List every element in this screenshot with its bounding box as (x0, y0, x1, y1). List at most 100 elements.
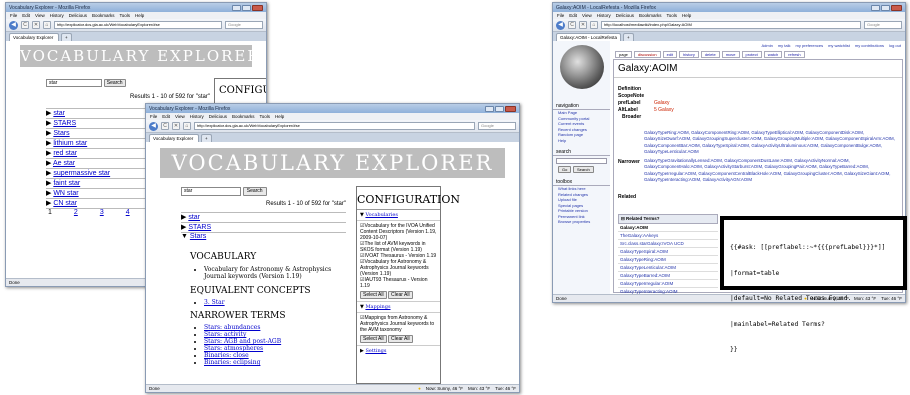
list-item[interactable]: ▶ STARS (181, 222, 346, 232)
menu-tools[interactable]: Tools (667, 13, 678, 18)
item-link[interactable]: lithium star (53, 140, 87, 147)
mappings-link[interactable]: Mappings (365, 304, 390, 310)
clear-all-button[interactable]: Clear All (387, 335, 413, 343)
new-tab-button[interactable]: + (201, 134, 212, 142)
mapping-check-item[interactable]: ☑Mappings from Astronomy & Astrophysics … (360, 315, 437, 333)
toolbox-link[interactable]: Related changes (558, 192, 588, 197)
menu-edit[interactable]: Edit (22, 13, 30, 18)
menu-file[interactable]: File (557, 13, 564, 18)
back-icon[interactable]: ◀ (9, 20, 18, 30)
moon-logo-icon[interactable] (559, 45, 604, 89)
menu-edit[interactable]: Edit (569, 13, 577, 18)
narrower-link[interactable]: Stars: AGB and post-AGB (204, 338, 281, 345)
wiki-search-input[interactable] (556, 158, 607, 164)
tab-galaxy-aoim[interactable]: Galaxy:AOIM - LocalRefesta (556, 33, 622, 41)
table-row[interactable]: TheGalaxy:AAkeys (620, 233, 658, 238)
close-button[interactable] (252, 4, 263, 11)
item-link[interactable]: CN star (53, 200, 77, 207)
tab-page[interactable]: page (615, 51, 632, 58)
menu-history[interactable]: History (190, 114, 204, 119)
item-link[interactable]: STARS (188, 224, 211, 231)
table-row[interactable]: GalaxyTypeSpiral:AOIM (620, 249, 668, 254)
clear-all-button[interactable]: Clear All (387, 291, 413, 299)
item-link[interactable]: star (188, 214, 200, 221)
menu-delicious[interactable]: Delicious (69, 13, 87, 18)
tab-history[interactable]: history (679, 51, 699, 58)
broader-values[interactable]: GalaxyTypeRing:AOIM, GalaxyComponentRing… (644, 130, 900, 155)
item-link[interactable]: faint star (53, 180, 80, 187)
vocab-check-item[interactable]: ☑The list of AVM keywords in SKOS format… (360, 241, 437, 253)
menu-help[interactable]: Help (135, 13, 144, 18)
nav-link[interactable]: Help (558, 138, 566, 143)
tab-watch[interactable]: watch (763, 51, 783, 58)
equivalent-link[interactable]: 3. Star (204, 299, 225, 306)
search-input[interactable]: star (46, 79, 102, 87)
menu-view[interactable]: View (35, 13, 45, 18)
menu-file[interactable]: File (10, 13, 17, 18)
go-button[interactable]: Go (558, 166, 572, 173)
search-box[interactable]: Google (225, 21, 263, 29)
select-all-button[interactable]: Select All (360, 335, 387, 343)
new-tab-button[interactable]: + (623, 33, 634, 41)
wiki-search-button[interactable]: Search (573, 166, 594, 173)
altlabel-value[interactable]: 5 Galaxy (654, 107, 674, 113)
narrower-link[interactable]: Binaries: close (204, 352, 249, 359)
minimize-button[interactable] (871, 4, 880, 11)
nav-link[interactable]: Recent changes (558, 127, 587, 132)
item-link[interactable]: supermassive star (53, 170, 110, 177)
nav-link[interactable]: Random page (558, 132, 583, 137)
narrower-values[interactable]: GalaxyTypeGravitationallyLensed:AOIM, Ga… (644, 158, 900, 183)
item-link[interactable]: STARS (53, 120, 76, 127)
maximize-button[interactable] (242, 4, 251, 11)
search-box[interactable]: Google (864, 21, 902, 29)
page-link[interactable]: 4 (126, 209, 130, 216)
narrower-link[interactable]: Binaries: eclipsing (204, 359, 260, 366)
vocab-check-item[interactable]: ☑IAUT93 Thesaurus - Version 1.19 (360, 277, 437, 289)
home-icon[interactable]: ⌂ (590, 21, 598, 29)
tab-delete[interactable]: delete (700, 51, 720, 58)
menu-file[interactable]: File (150, 114, 157, 119)
close-button[interactable] (891, 4, 902, 11)
menu-delicious[interactable]: Delicious (209, 114, 227, 119)
nav-link[interactable]: Main Page (558, 110, 577, 115)
menu-view[interactable]: View (582, 13, 592, 18)
vocabularies-link[interactable]: Vocabularies (365, 212, 397, 218)
maximize-button[interactable] (495, 105, 504, 112)
toolbox-link[interactable]: What links here (558, 186, 586, 191)
user-link[interactable]: my talk (778, 43, 791, 48)
menu-tools[interactable]: Tools (120, 13, 131, 18)
item-link[interactable]: Stars (190, 233, 206, 240)
toolbox-link[interactable]: Upload file (558, 197, 577, 202)
home-icon[interactable]: ⌂ (43, 21, 51, 29)
minimize-button[interactable] (232, 4, 241, 11)
vocab-check-item[interactable]: ☑Vocabulary for Astronomy & Astrophysics… (360, 259, 437, 277)
toolbox-link[interactable]: Printable version (558, 208, 588, 213)
toolbox-link[interactable]: Special pages (558, 203, 583, 208)
user-link[interactable]: my contributions (855, 43, 884, 48)
reload-icon[interactable]: C (161, 122, 169, 130)
table-row[interactable]: GalaxyTypeBarred:AOIM (620, 273, 670, 278)
new-tab-button[interactable]: + (61, 33, 72, 41)
menu-bookmarks[interactable]: Bookmarks (639, 13, 662, 18)
page-link[interactable]: 2 (74, 209, 78, 216)
back-icon[interactable]: ◀ (149, 121, 158, 131)
tab-edit[interactable]: edit (662, 51, 678, 58)
list-item[interactable]: ▼ Stars (181, 232, 346, 242)
stop-icon[interactable]: ✕ (32, 21, 40, 29)
tab-vocabulary-explorer[interactable]: Vocabulary Explorer (9, 33, 59, 41)
menu-help[interactable]: Help (275, 114, 284, 119)
tab-protect[interactable]: protect (741, 51, 762, 58)
reload-icon[interactable]: C (21, 21, 29, 29)
item-link[interactable]: star (53, 110, 65, 117)
close-button[interactable] (505, 105, 516, 112)
page-link[interactable]: 3 (100, 209, 104, 216)
tab-discussion[interactable]: discussion (633, 51, 661, 58)
item-link[interactable]: Stars (53, 130, 69, 137)
menu-view[interactable]: View (175, 114, 185, 119)
vocab-check-item[interactable]: ☑Vocabulary for the IVOA Unified Content… (360, 223, 437, 241)
expand-icon[interactable]: ▶ (46, 160, 53, 167)
nav-link[interactable]: Community portal (558, 116, 589, 121)
minimize-button[interactable] (485, 105, 494, 112)
settings-link[interactable]: Settings (365, 348, 386, 354)
address-bar[interactable]: http://explicator.dcs.gla.ac.uk/WebVocab… (54, 21, 222, 29)
